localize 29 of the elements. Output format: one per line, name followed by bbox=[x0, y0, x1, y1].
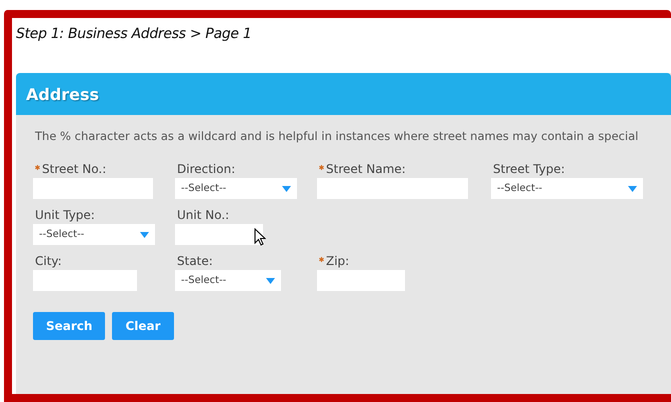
field-label: Unit No.: bbox=[177, 208, 230, 224]
field-label: Street Type: bbox=[493, 162, 566, 178]
field-label: City: bbox=[35, 254, 63, 270]
dropdown[interactable]: --Select-- bbox=[175, 270, 281, 291]
mouse-cursor-icon bbox=[254, 228, 266, 246]
field-label: State: bbox=[177, 254, 214, 270]
required-asterisk-icon bbox=[319, 257, 324, 262]
step-title: Step 1: Business Address > Page 1 bbox=[16, 26, 253, 44]
caret-icon bbox=[140, 232, 149, 238]
field-label: Zip: bbox=[319, 254, 491, 270]
text-field[interactable] bbox=[317, 270, 405, 291]
text-field[interactable] bbox=[33, 178, 153, 199]
dropdown[interactable]: --Select-- bbox=[175, 178, 297, 199]
field-label: Street Name: bbox=[319, 162, 491, 178]
caret-icon bbox=[266, 278, 275, 284]
caret-icon bbox=[628, 186, 637, 192]
field-label: Street No.: bbox=[35, 162, 175, 178]
dropdown[interactable]: --Select-- bbox=[491, 178, 643, 199]
text-field[interactable] bbox=[317, 178, 468, 199]
required-asterisk-icon bbox=[35, 165, 40, 170]
field-label: Unit Type: bbox=[35, 208, 96, 224]
panel-title: Address bbox=[16, 73, 671, 115]
caret-icon bbox=[282, 186, 291, 192]
wildcard-hint: The % character acts as a wildcard and is helpful in instances where street names may contain a special bbox=[35, 129, 640, 143]
field-label: Direction: bbox=[177, 162, 236, 178]
required-asterisk-icon bbox=[319, 165, 324, 170]
text-field[interactable] bbox=[175, 224, 263, 245]
dropdown[interactable]: --Select-- bbox=[33, 224, 155, 245]
text-field[interactable] bbox=[33, 270, 137, 291]
